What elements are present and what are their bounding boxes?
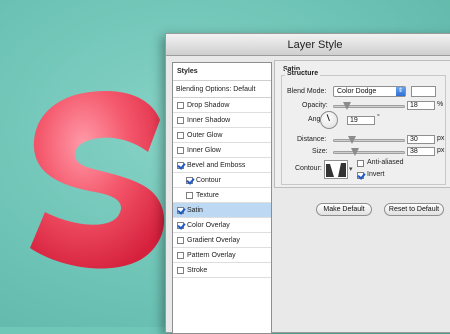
style-checkbox[interactable] <box>177 131 184 139</box>
style-item-satin[interactable]: Satin <box>173 203 271 218</box>
style-item-pattern-overlay[interactable]: Pattern Overlay <box>173 248 271 263</box>
distance-input[interactable]: 30 <box>407 135 435 144</box>
style-checkbox[interactable] <box>177 116 184 124</box>
blend-mode-value: Color Dodge <box>337 88 377 95</box>
style-checkbox[interactable] <box>186 176 193 184</box>
style-item-label: Drop Shadow <box>187 101 230 109</box>
style-item-stroke[interactable]: Stroke <box>173 263 271 278</box>
blend-mode-label: Blend Mode: <box>287 88 327 95</box>
style-item-label: Pattern Overlay <box>187 251 236 259</box>
blend-mode-select[interactable]: Color Dodge ⇕ <box>333 86 406 97</box>
style-list: Drop Shadow Inner Shadow Outer Glow Inner G… <box>173 98 271 278</box>
distance-slider[interactable] <box>333 136 405 144</box>
contour-dropdown-icon[interactable]: ▾ <box>349 165 353 173</box>
style-item-label: Contour <box>196 176 221 184</box>
style-item-contour[interactable]: Contour <box>173 173 271 188</box>
size-label: Size: <box>312 148 328 155</box>
distance-label: Distance: <box>297 136 327 143</box>
reset-to-default-button[interactable]: Reset to Default <box>384 203 444 216</box>
opacity-input[interactable]: 18 <box>407 101 435 110</box>
style-checkbox[interactable] <box>177 206 184 214</box>
contour-label: Contour: <box>295 165 322 172</box>
select-arrows-icon: ⇕ <box>396 87 405 96</box>
style-checkbox[interactable] <box>177 251 184 259</box>
contour-preview[interactable] <box>324 160 348 179</box>
style-checkbox[interactable] <box>177 101 184 109</box>
anti-aliased-checkbox[interactable] <box>357 160 364 167</box>
blending-options-item[interactable]: Blending Options: Default <box>173 81 271 98</box>
style-item-label: Inner Shadow <box>187 116 231 124</box>
pink-s-letter-artwork <box>30 90 165 269</box>
size-input[interactable]: 38 <box>407 147 435 156</box>
opacity-slider-thumb[interactable] <box>343 102 351 110</box>
style-item-label: Gradient Overlay <box>187 236 240 244</box>
style-item-gradient-overlay[interactable]: Gradient Overlay <box>173 233 271 248</box>
angle-unit: ° <box>377 114 380 121</box>
style-checkbox[interactable] <box>177 146 184 154</box>
size-slider[interactable] <box>333 148 405 156</box>
style-checkbox[interactable] <box>177 221 184 229</box>
style-item-label: Texture <box>196 191 219 199</box>
style-checkbox[interactable] <box>186 191 193 199</box>
style-checkbox[interactable] <box>177 161 184 169</box>
style-item-drop-shadow[interactable]: Drop Shadow <box>173 98 271 113</box>
style-item-label: Stroke <box>187 266 208 274</box>
distance-slider-thumb[interactable] <box>348 136 356 144</box>
style-item-texture[interactable]: Texture <box>173 188 271 203</box>
styles-header[interactable]: Styles <box>173 63 271 81</box>
styles-panel: Styles Blending Options: Default Drop Sh… <box>172 62 272 334</box>
size-slider-thumb[interactable] <box>351 148 359 156</box>
style-item-label: Outer Glow <box>187 131 223 139</box>
style-checkbox[interactable] <box>177 266 184 274</box>
blend-color-swatch[interactable] <box>411 86 436 97</box>
invert-label: Invert <box>367 171 385 178</box>
contour-curve-icon <box>325 161 347 178</box>
opacity-label: Opacity: <box>302 102 328 109</box>
style-item-label: Bevel and Emboss <box>187 161 246 169</box>
style-item-label: Color Overlay <box>187 221 230 229</box>
layer-style-dialog: Layer Style Styles Blending Options: Def… <box>165 33 450 334</box>
style-item-color-overlay[interactable]: Color Overlay <box>173 218 271 233</box>
structure-title: Structure <box>285 70 321 77</box>
angle-dial[interactable] <box>320 111 338 129</box>
angle-input[interactable]: 19 <box>347 116 375 125</box>
invert-checkbox[interactable] <box>357 172 364 179</box>
size-unit: px <box>437 147 445 154</box>
style-item-outer-glow[interactable]: Outer Glow <box>173 128 271 143</box>
style-item-label: Inner Glow <box>187 146 221 154</box>
dialog-title: Layer Style <box>166 34 450 56</box>
satin-panel: Satin Structure Blend Mode: Color Dodge … <box>274 60 450 188</box>
anti-aliased-label: Anti-aliased <box>367 159 404 166</box>
make-default-button[interactable]: Make Default <box>316 203 372 216</box>
style-item-inner-shadow[interactable]: Inner Shadow <box>173 113 271 128</box>
style-item-inner-glow[interactable]: Inner Glow <box>173 143 271 158</box>
style-item-label: Satin <box>187 206 203 214</box>
style-checkbox[interactable] <box>177 236 184 244</box>
opacity-unit: % <box>437 101 444 108</box>
distance-unit: px <box>437 135 445 142</box>
opacity-slider[interactable] <box>333 102 405 110</box>
style-item-bevel-and-emboss[interactable]: Bevel and Emboss <box>173 158 271 173</box>
